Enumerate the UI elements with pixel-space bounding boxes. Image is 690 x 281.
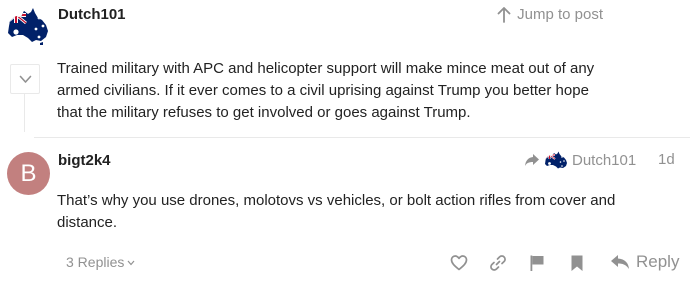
chevron-down-icon (127, 260, 135, 266)
reply-button-label: Reply (636, 252, 680, 271)
bookmark-icon (571, 255, 583, 271)
avatar[interactable]: B (7, 152, 50, 195)
like-button[interactable] (448, 252, 470, 274)
bookmark-button[interactable] (566, 252, 588, 274)
reply-to-arrow-icon (525, 154, 539, 166)
post-date[interactable]: 1d (658, 151, 675, 168)
reply-to-link[interactable]: Dutch101 (524, 151, 636, 169)
replies-count-label: 3 Replies (66, 254, 125, 270)
link-icon (490, 255, 506, 271)
flag-post-button[interactable] (526, 252, 548, 274)
reply-to-username: Dutch101 (572, 151, 637, 169)
jump-to-post-link[interactable]: Jump to post (497, 6, 603, 23)
reply-button[interactable]: Reply (610, 252, 679, 272)
jump-to-post-label: Jump to post (517, 6, 603, 23)
australia-map-flag-icon (545, 151, 567, 169)
flag-icon (530, 255, 544, 271)
reply-arrow-icon (611, 255, 629, 269)
collapse-quote-button[interactable] (10, 64, 40, 94)
quote-author-avatar[interactable] (6, 7, 50, 45)
chevron-down-icon (19, 75, 31, 83)
arrow-up-icon (497, 6, 511, 23)
post-body: That’s why you use drones, molotovs vs v… (57, 192, 616, 231)
post-author-name[interactable]: bigt2k4 (58, 152, 111, 169)
quoted-post-body: Trained military with APC and helicopter… (57, 60, 595, 121)
avatar-letter: B (20, 159, 37, 187)
australia-map-flag-icon (8, 8, 48, 45)
heart-icon (450, 255, 468, 271)
quote-thread-line (24, 94, 25, 132)
quote-divider (34, 137, 690, 138)
show-replies-button[interactable]: 3 Replies (66, 254, 135, 270)
quote-author-name[interactable]: Dutch101 (58, 6, 126, 23)
copy-link-button[interactable] (487, 252, 509, 274)
